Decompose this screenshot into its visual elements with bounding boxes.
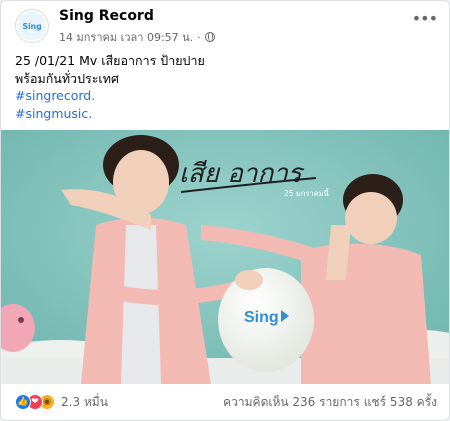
- globe-icon[interactable]: [204, 32, 215, 42]
- post-image-illustration: Sing เสีย อาการ 25 มกราคมนี้: [1, 130, 449, 384]
- post-caption: 25 /01/21 Mv เสียอาการ ป้ายปาย พร้อมกันท…: [15, 52, 435, 122]
- caption-line: 25 /01/21 Mv เสียอาการ ป้ายปาย: [15, 53, 205, 68]
- post-meta: 14 มกราคม เวลา 09:57 น. ·: [59, 28, 215, 46]
- post-footer: 👍 ❤ ◉ 2.3 หมื่น ความคิดเห็น 236 รายการ แ…: [15, 391, 437, 413]
- engagement-counts: ความคิดเห็น 236 รายการ แชร์ 538 ครั้ง: [223, 393, 437, 412]
- page-avatar[interactable]: Sing: [15, 9, 49, 43]
- page-name-link[interactable]: Sing Record: [59, 8, 154, 24]
- post-card: Sing Sing Record 14 มกราคม เวลา 09:57 น.…: [0, 0, 450, 421]
- post-timestamp[interactable]: 14 มกราคม เวลา 09:57 น.: [59, 28, 193, 46]
- post-image[interactable]: Sing เสีย อาการ 25 มกราคมนี้: [1, 130, 449, 384]
- reactions-summary[interactable]: 👍 ❤ ◉ 2.3 หมื่น: [15, 393, 108, 412]
- balloon-logo: Sing: [244, 309, 279, 326]
- caption-line: พร้อมกันทั่วประเทศ: [15, 70, 119, 86]
- post-header: Sing Sing Record 14 มกราคม เวลา 09:57 น.…: [15, 8, 439, 46]
- hashtag-link[interactable]: #singrecord.: [15, 87, 435, 105]
- comments-count[interactable]: ความคิดเห็น 236 รายการ: [223, 393, 360, 412]
- reactions-count[interactable]: 2.3 หมื่น: [61, 393, 108, 412]
- avatar-logo: Sing: [18, 12, 46, 40]
- shares-count[interactable]: แชร์ 538 ครั้ง: [364, 393, 437, 412]
- meta-separator: ·: [197, 30, 201, 44]
- image-date-text: 25 มกราคมนี้: [284, 188, 329, 198]
- like-icon: 👍: [15, 394, 31, 410]
- more-options-icon[interactable]: •••: [412, 11, 438, 27]
- hashtag-link[interactable]: #singmusic.: [15, 105, 435, 123]
